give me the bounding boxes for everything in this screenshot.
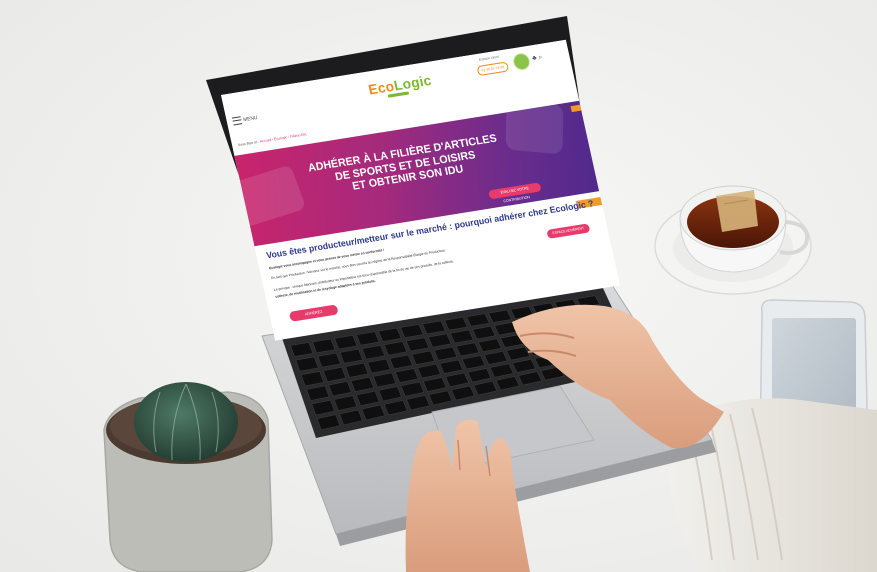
certification-badge-icon: [511, 51, 532, 72]
search-icon[interactable]: ⌕: [538, 54, 543, 61]
espace-adherent-button[interactable]: ESPACE ADHÉRENT: [546, 223, 591, 239]
photo-scene: MENU EcoLogic Espace client 01 30 57 79 …: [0, 0, 877, 572]
adherez-button[interactable]: ADHÉREZ: [288, 304, 339, 322]
hero-decor-right: [505, 100, 564, 155]
site-logo[interactable]: EcoLogic: [367, 72, 433, 98]
hamburger-icon: [231, 116, 243, 126]
logo-text-accent: Logic: [392, 71, 433, 94]
breadcrumb-home: Vous êtes ici :: [237, 139, 260, 148]
header-info: Espace client: [478, 54, 500, 62]
cactus-pot: [103, 382, 273, 572]
menu-button[interactable]: MENU: [231, 114, 259, 126]
phone-pill[interactable]: 01 30 57 79 09: [476, 61, 510, 77]
hero-title: ADHÉRER À LA FILIÈRE D'ARTICLES DE SPORT…: [305, 132, 505, 200]
menu-label: MENU: [242, 115, 259, 124]
header-icons: ♣ ⌕: [532, 54, 544, 63]
hero-button[interactable]: ÉVALUEZ VOTRE CONTRIBUTION: [488, 182, 542, 203]
user-icon[interactable]: ♣: [532, 55, 538, 63]
